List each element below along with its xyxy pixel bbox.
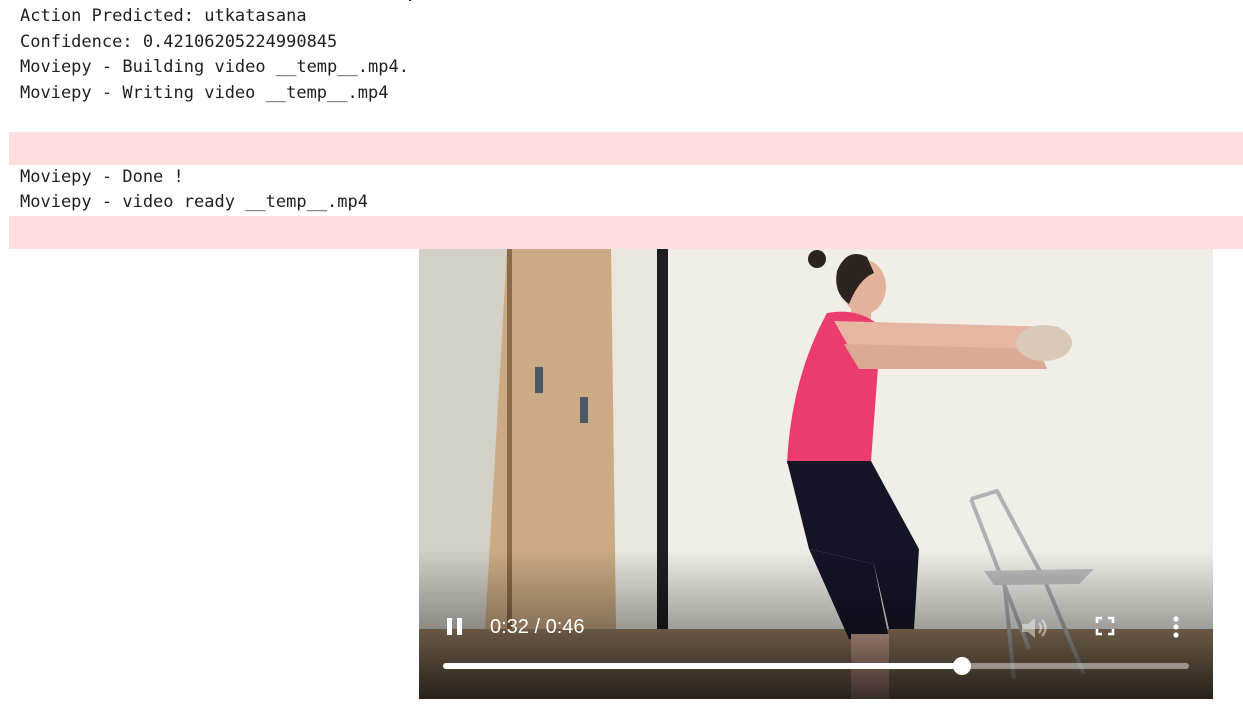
output-line-confidence: Confidence: 0.42106205224990845 (20, 32, 338, 52)
volume-muted-icon (1022, 618, 1047, 638)
fullscreen-button[interactable] (1094, 615, 1116, 637)
output-line-done: Moviepy - Done ! (20, 167, 184, 187)
output-line-action: Action Predicted: utkatasana (20, 6, 307, 26)
progress-fill (443, 663, 963, 669)
fullscreen-icon (1095, 616, 1115, 636)
truncated-output-line: . (405, 0, 415, 6)
stderr-output-band (9, 132, 1243, 165)
output-line-writing: Moviepy - Writing video __temp__.mp4 (20, 83, 389, 103)
video-player[interactable]: 0:32 / 0:46 (419, 249, 1213, 699)
pause-button[interactable] (444, 615, 466, 639)
output-line-building: Moviepy - Building video __temp__.mp4. (20, 57, 409, 77)
progress-slider[interactable] (443, 657, 1189, 675)
time-display: 0:32 / 0:46 (490, 616, 585, 638)
more-options-button[interactable] (1167, 615, 1185, 641)
mute-button[interactable] (1019, 615, 1049, 641)
output-line-ready: Moviepy - video ready __temp__.mp4 (20, 192, 368, 212)
stderr-output-band (9, 216, 1243, 249)
more-vert-icon (1173, 616, 1179, 638)
